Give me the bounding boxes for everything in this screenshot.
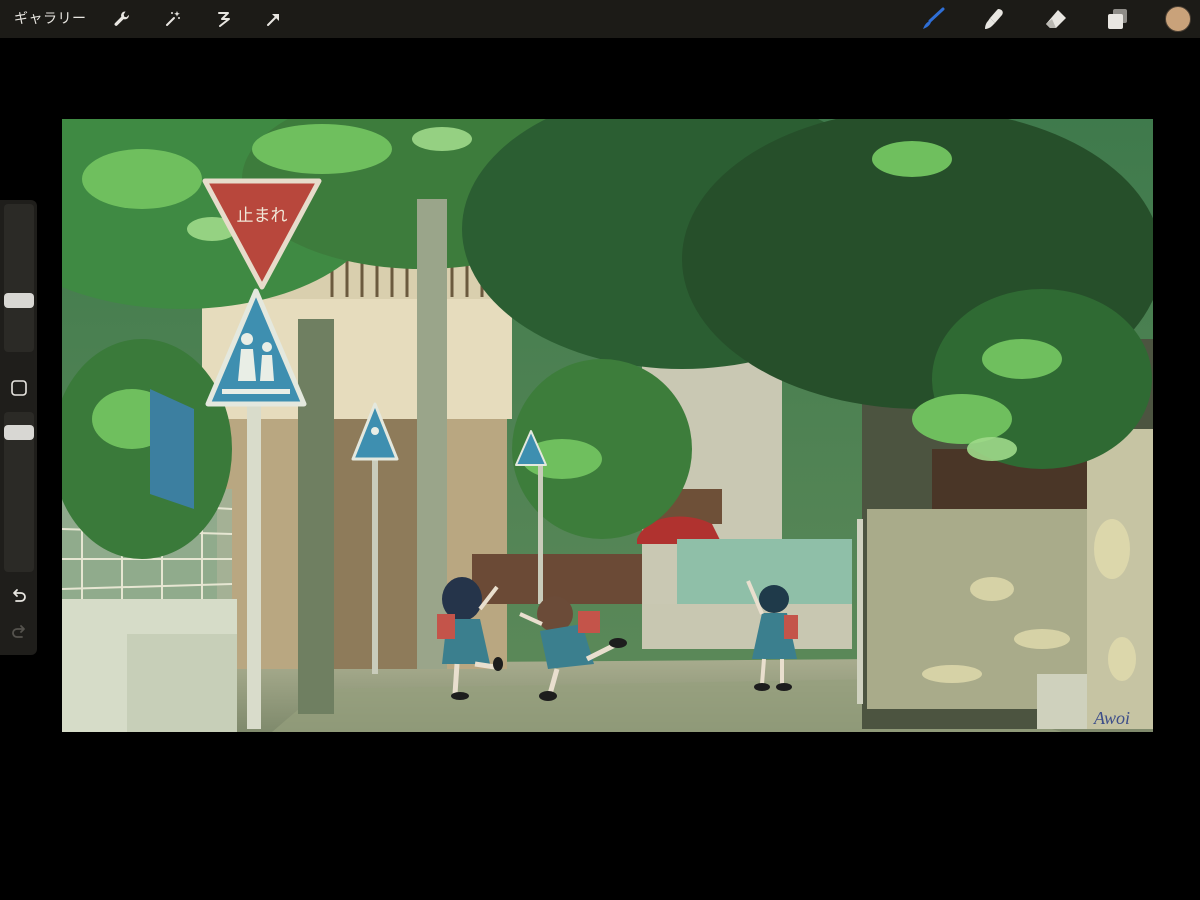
selection-icon[interactable] — [210, 6, 238, 32]
sign-post-right — [857, 519, 863, 704]
layers-icon[interactable] — [1103, 6, 1131, 32]
blue-board — [150, 389, 194, 509]
redo-button[interactable] — [8, 621, 30, 643]
artist-signature: Awoi — [1093, 708, 1130, 728]
opacity-slider-thumb[interactable] — [4, 425, 34, 440]
wrench-icon[interactable] — [108, 6, 136, 32]
right-pillar-wall — [1087, 429, 1153, 729]
modify-square-button[interactable] — [8, 377, 30, 399]
magic-wand-icon[interactable] — [159, 6, 187, 32]
tree-trunk — [298, 319, 334, 714]
color-swatch[interactable] — [1164, 6, 1192, 32]
brush-size-slider-thumb[interactable] — [4, 293, 34, 308]
stop-sign-text: 止まれ — [237, 206, 288, 226]
undo-icon — [13, 589, 26, 602]
left-block-wall-shade — [127, 634, 237, 732]
left-sidebar — [0, 200, 37, 655]
artwork-canvas[interactable]: 止まれ Awoi — [62, 119, 1153, 732]
undo-button[interactable] — [8, 585, 30, 607]
top-toolbar: ギャラリー — [0, 0, 1200, 38]
sign-post-far — [538, 464, 543, 604]
smudge-icon[interactable] — [980, 6, 1008, 32]
eraser-icon[interactable] — [1042, 6, 1070, 32]
artwork-illustration: 止まれ Awoi — [62, 119, 1153, 732]
low-wall — [642, 604, 852, 649]
brush-icon[interactable] — [919, 6, 947, 32]
current-color-circle — [1165, 6, 1191, 32]
brush-size-slider[interactable] — [4, 204, 34, 352]
square-icon — [11, 380, 27, 396]
steps — [1037, 674, 1087, 729]
transform-arrow-icon[interactable] — [259, 6, 287, 32]
redo-icon — [12, 625, 25, 638]
gallery-button[interactable]: ギャラリー — [14, 9, 87, 29]
sign-post-main — [247, 404, 261, 729]
sign-post-small — [372, 459, 378, 674]
